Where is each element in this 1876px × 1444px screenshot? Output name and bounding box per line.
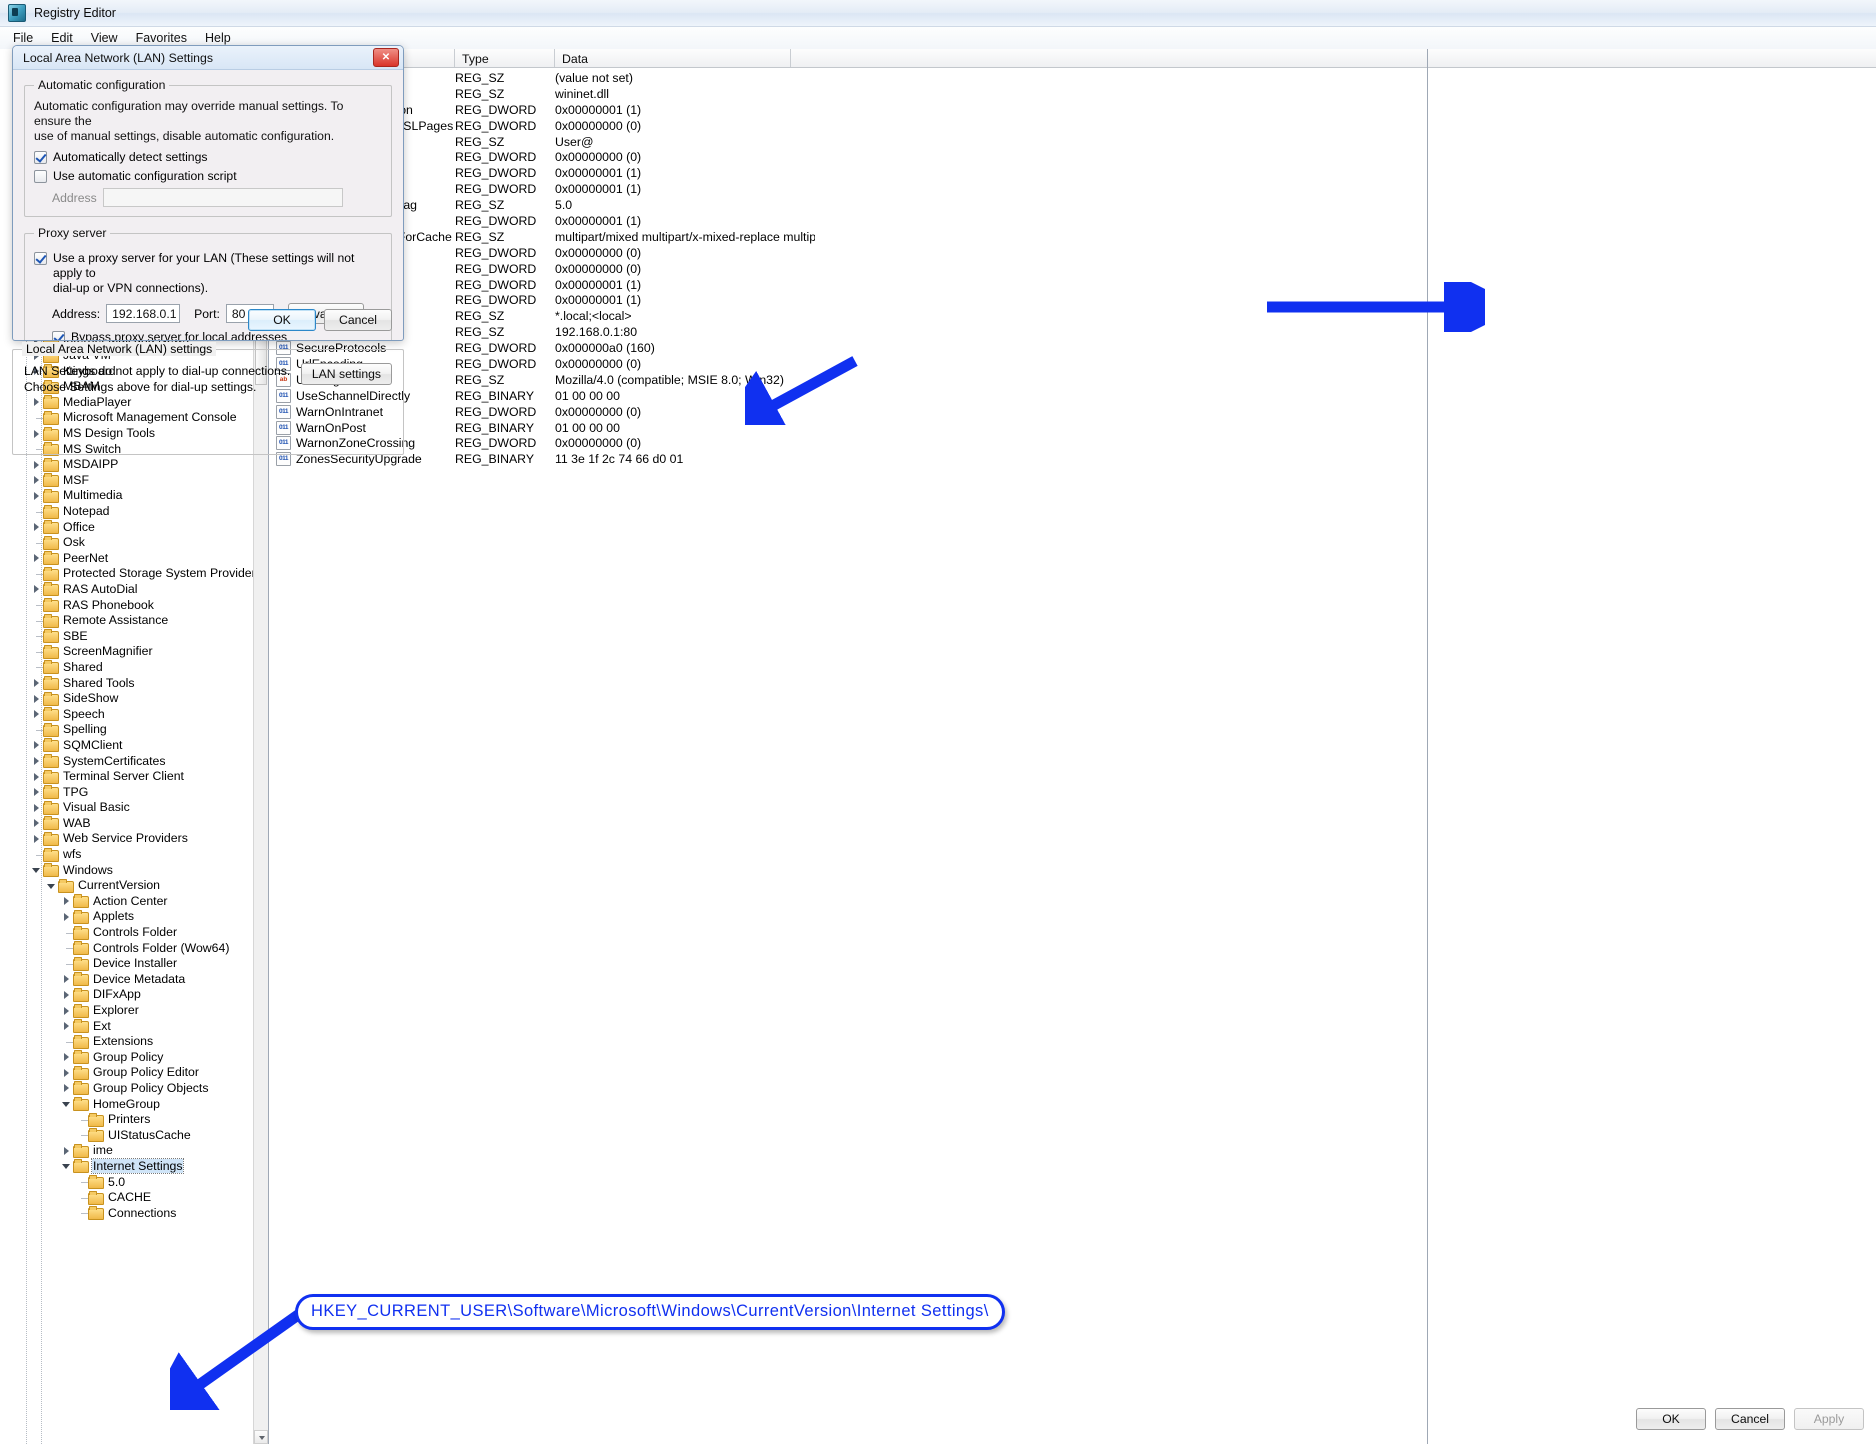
registry-path-callout: HKEY_CURRENT_USER\Software\Microsoft\Win… (295, 1294, 1005, 1330)
lan-settings-title-bar: Local Area Network (LAN) Settings ✕ (13, 46, 403, 70)
automatic-configuration-group: Automatic configuration Automatic config… (24, 78, 392, 217)
auto-detect-settings-label: Automatically detect settings (53, 150, 208, 164)
auto-config-script-label: Use automatic configuration script (53, 169, 237, 183)
proxy-address-input[interactable]: 192.168.0.1 (106, 304, 181, 323)
use-proxy-server-checkbox[interactable] (34, 252, 47, 265)
automatic-configuration-legend: Automatic configuration (38, 78, 166, 92)
use-proxy-server-row[interactable]: Use a proxy server for your LAN (These s… (34, 251, 382, 296)
auto-config-script-row[interactable]: Use automatic configuration script (34, 169, 382, 184)
lan-settings-title: Local Area Network (LAN) Settings (23, 50, 214, 65)
proxy-port-label: Port: (194, 306, 220, 321)
auto-detect-settings-row[interactable]: Automatically detect settings (34, 150, 382, 165)
auto-config-script-checkbox[interactable] (34, 170, 47, 183)
bypass-proxy-label: Bypass proxy server for local addresses (71, 330, 288, 341)
lan-cancel-button[interactable]: Cancel (324, 309, 392, 331)
auto-config-address-label: Address (52, 190, 97, 205)
title-bar: Registry Editor (0, 0, 1876, 27)
lan-settings-footer: OK Cancel (248, 309, 392, 331)
lan-note-line2: Choose Settings above for dial-up settin… (24, 380, 257, 394)
proxy-address-label: Address: (52, 306, 101, 321)
auto-config-desc-line1: Automatic configuration may override man… (34, 99, 344, 128)
internet-options-lan-group: Local Area Network (LAN) settings LAN Se… (12, 342, 404, 455)
internet-options-lan-legend: Local Area Network (LAN) settings (22, 342, 217, 356)
bypass-proxy-row[interactable]: Bypass proxy server for local addresses (52, 330, 382, 341)
internet-options-dialog: Internet Options ? ✕ Local Area Network … (0, 0, 1864, 1430)
lan-ok-button[interactable]: OK (248, 309, 316, 331)
bypass-proxy-checkbox[interactable] (52, 331, 65, 340)
auto-config-address-row: Address (52, 188, 382, 207)
auto-config-desc-line2: use of manual settings, disable automati… (34, 129, 335, 143)
auto-config-address-input[interactable] (102, 188, 343, 207)
registry-icon (8, 4, 26, 22)
proxy-server-legend: Proxy server (38, 226, 107, 240)
auto-detect-settings-checkbox[interactable] (34, 151, 47, 164)
close-icon[interactable]: ✕ (373, 48, 399, 67)
use-proxy-server-label-line2: dial-up or VPN connections). (53, 281, 209, 295)
window-title: Registry Editor (34, 6, 116, 20)
lan-settings-dialog: Local Area Network (LAN) Settings ✕ Auto… (12, 45, 404, 341)
lan-settings-button[interactable]: LAN settings (300, 363, 392, 385)
use-proxy-server-label-line1: Use a proxy server for your LAN (These s… (53, 251, 355, 280)
lan-note-line1: LAN Settings do not apply to dial-up con… (24, 364, 291, 378)
